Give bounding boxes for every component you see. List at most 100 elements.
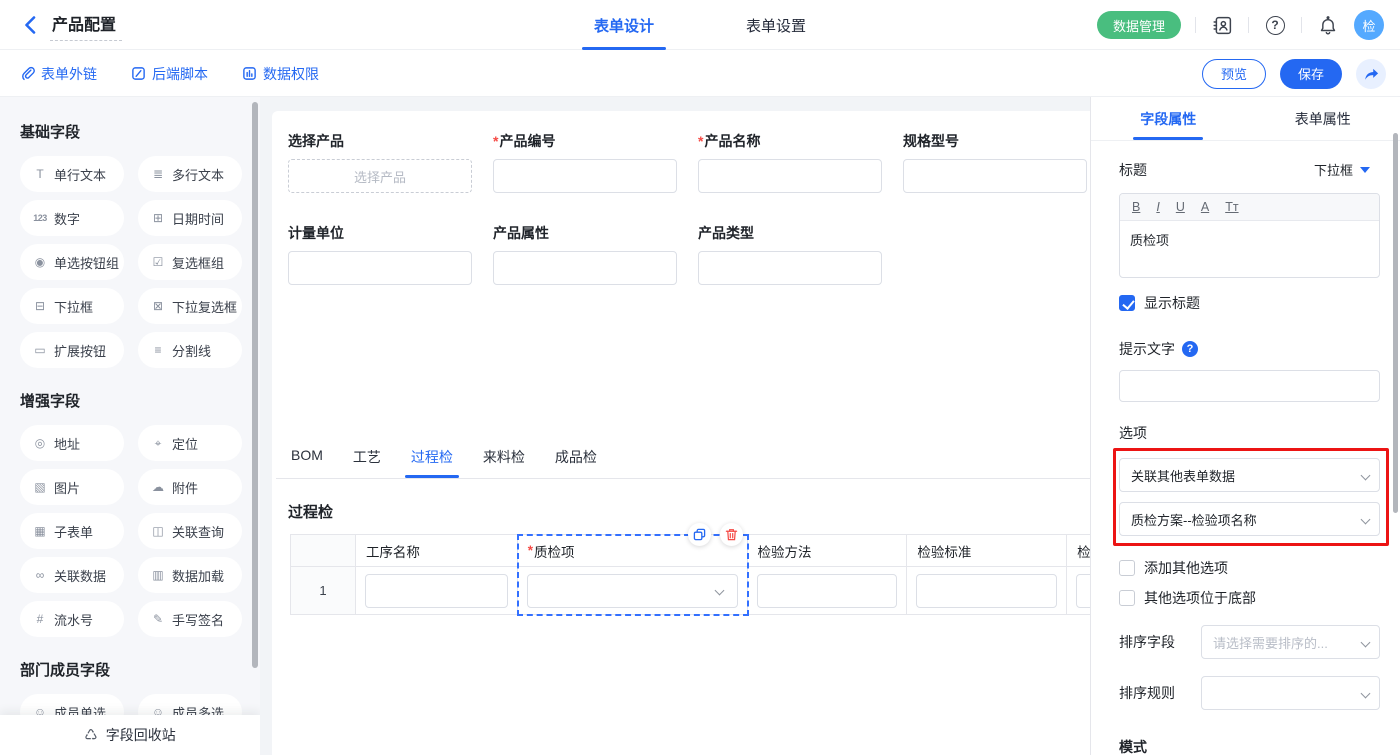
data-permission-link[interactable]: 数据权限 — [242, 64, 319, 84]
show-title-checkbox[interactable]: 显示标题 — [1119, 293, 1380, 313]
inspection-standard-cell-input[interactable] — [916, 574, 1057, 608]
help-icon[interactable]: ? — [1263, 13, 1287, 37]
field-type-select[interactable]: 下拉框 — [1304, 155, 1380, 184]
field-data-load[interactable]: ▥数据加载 — [138, 557, 242, 593]
column-clipped[interactable]: 检 — [1067, 535, 1090, 615]
column-process-name[interactable]: 工序名称 — [356, 535, 518, 615]
tab-form-properties[interactable]: 表单属性 — [1246, 97, 1400, 140]
field-divider[interactable]: ≡分割线 — [138, 332, 242, 368]
tab-process[interactable]: 工艺 — [351, 441, 383, 478]
copy-field-button[interactable] — [688, 523, 711, 546]
field-extend-button[interactable]: ▭扩展按钮 — [20, 332, 124, 368]
font-size-button[interactable]: Tт — [1225, 200, 1238, 214]
delete-field-button[interactable] — [720, 523, 743, 546]
red-annotation-box: 关联其他表单数据 质检方案--检验项名称 — [1113, 448, 1389, 546]
field-image[interactable]: ▧图片 — [20, 469, 124, 505]
help-question-icon[interactable]: ? — [1182, 341, 1198, 357]
spec-model-input[interactable] — [903, 159, 1087, 193]
form-field-product-type[interactable]: 产品类型 — [698, 223, 882, 285]
field-radio-group[interactable]: ◉单选按钮组 — [20, 244, 124, 280]
form-field-select-product[interactable]: 选择产品 选择产品 — [288, 131, 472, 193]
column-inspection-method[interactable]: 检验方法 — [748, 535, 908, 615]
field-serial-number[interactable]: #流水号 — [20, 601, 124, 637]
italic-button[interactable]: I — [1156, 200, 1159, 214]
inspection-method-cell-input[interactable] — [757, 574, 898, 608]
field-datetime[interactable]: ⊞日期时间 — [138, 200, 242, 236]
address-book-icon[interactable] — [1210, 13, 1234, 37]
divider — [1301, 17, 1302, 33]
tab-finished-inspection[interactable]: 成品检 — [553, 441, 599, 478]
field-attachment[interactable]: ☁附件 — [138, 469, 242, 505]
tab-field-properties[interactable]: 字段属性 — [1091, 97, 1246, 140]
tab-form-design[interactable]: 表单设计 — [582, 0, 666, 50]
field-signature[interactable]: ✎手写签名 — [138, 601, 242, 637]
product-attr-input[interactable] — [493, 251, 677, 285]
notification-bell-icon[interactable] — [1316, 13, 1340, 37]
row-number-column: 1 — [291, 535, 356, 615]
back-icon[interactable] — [20, 15, 40, 35]
trash-icon — [725, 528, 738, 541]
user-avatar[interactable]: 检 — [1354, 10, 1384, 40]
unit-input[interactable] — [288, 251, 472, 285]
field-relation-data[interactable]: ∞关联数据 — [20, 557, 124, 593]
divider-icon: ≡ — [151, 343, 165, 357]
backend-script-link[interactable]: 后端脚本 — [131, 64, 208, 84]
option-source-select[interactable]: 关联其他表单数据 — [1119, 458, 1380, 492]
font-color-button[interactable]: A — [1201, 200, 1209, 214]
other-option-bottom-checkbox[interactable]: 其他选项位于底部 — [1119, 588, 1380, 608]
field-checkbox-group[interactable]: ☑复选框组 — [138, 244, 242, 280]
field-relation-query[interactable]: ◫关联查询 — [138, 513, 242, 549]
preview-button[interactable]: 预览 — [1202, 59, 1266, 89]
tab-form-settings[interactable]: 表单设置 — [734, 0, 818, 50]
field-recycle-bin[interactable]: ♺ 字段回收站 — [0, 715, 260, 755]
form-field-product-attr[interactable]: 产品属性 — [493, 223, 677, 285]
data-manage-button[interactable]: 数据管理 — [1097, 11, 1181, 39]
tab-bom[interactable]: BOM — [289, 441, 325, 478]
underline-button[interactable]: U — [1176, 200, 1185, 214]
script-icon — [131, 66, 146, 81]
field-number[interactable]: 123数字 — [20, 200, 124, 236]
column-inspection-standard[interactable]: 检验标准 — [907, 535, 1067, 615]
multi-line-text-icon: ≣ — [151, 167, 165, 181]
tab-process-inspection[interactable]: 过程检 — [409, 441, 455, 478]
sidebar-scrollbar[interactable] — [252, 102, 258, 668]
tab-incoming-inspection[interactable]: 来料检 — [481, 441, 527, 478]
product-type-input[interactable] — [698, 251, 882, 285]
product-name-input[interactable] — [698, 159, 882, 193]
form-field-product-name[interactable]: *产品名称 — [698, 131, 882, 193]
page-title[interactable]: 产品配置 — [50, 9, 122, 41]
field-dropdown[interactable]: ⊟下拉框 — [20, 288, 124, 324]
save-button[interactable]: 保存 — [1280, 59, 1342, 89]
top-bar: 产品配置 表单设计 表单设置 数据管理 ? 检 — [0, 0, 1400, 50]
select-product-button[interactable]: 选择产品 — [288, 159, 472, 193]
field-subform[interactable]: ▦子表单 — [20, 513, 124, 549]
relation-data-icon: ∞ — [33, 568, 47, 582]
column-inspection-item-selected[interactable]: *质检项 — [518, 535, 748, 615]
panel-scrollbar[interactable] — [1393, 133, 1398, 513]
sort-field-select[interactable]: 请选择需要排序的... — [1201, 625, 1380, 659]
field-multi-line-text[interactable]: ≣多行文本 — [138, 156, 242, 192]
field-single-line-text[interactable]: T单行文本 — [20, 156, 124, 192]
process-name-cell-input[interactable] — [365, 574, 508, 608]
inspection-item-select[interactable] — [527, 574, 738, 608]
share-button[interactable] — [1356, 59, 1386, 89]
product-code-input[interactable] — [493, 159, 677, 193]
process-inspection-table: 1 工序名称 — [290, 534, 1090, 615]
option-field-select[interactable]: 质检方案--检验项名称 — [1119, 502, 1380, 536]
checkbox-checked-icon — [1119, 295, 1135, 311]
title-value-input[interactable]: 质检项 — [1120, 221, 1379, 277]
form-field-unit[interactable]: 计量单位 — [288, 223, 472, 285]
bold-button[interactable]: B — [1132, 200, 1140, 214]
add-other-option-checkbox[interactable]: 添加其他选项 — [1119, 558, 1380, 578]
form-external-link[interactable]: 表单外链 — [20, 64, 97, 84]
field-address[interactable]: ◎地址 — [20, 425, 124, 461]
properties-panel: 字段属性 表单属性 标题 下拉框 B I U A Tт 质检项 — [1090, 97, 1400, 755]
field-dropdown-multi[interactable]: ⊠下拉复选框 — [138, 288, 242, 324]
form-field-product-code[interactable]: *产品编号 — [493, 131, 677, 193]
field-location[interactable]: ⌖定位 — [138, 425, 242, 461]
sort-rule-select[interactable] — [1201, 676, 1380, 710]
form-field-spec-model[interactable]: 规格型号 — [903, 131, 1087, 193]
clipped-cell-input[interactable] — [1076, 574, 1090, 608]
hint-text-input[interactable] — [1119, 370, 1380, 402]
chevron-down-icon — [1361, 470, 1371, 480]
